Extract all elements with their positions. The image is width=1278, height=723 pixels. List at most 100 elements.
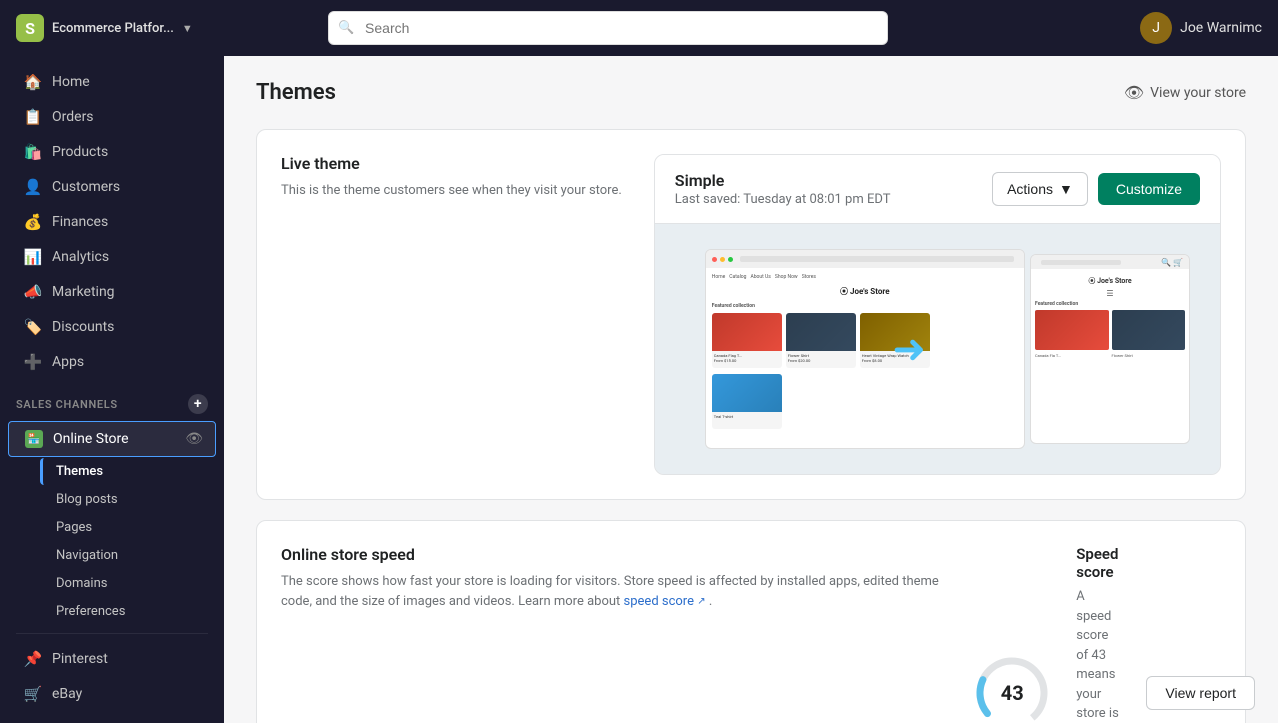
subnav-item-pages[interactable]: Pages [40,514,216,541]
live-theme-content: Simple Last saved: Tuesday at 08:01 pm E… [654,154,1221,475]
sidebar-item-pinterest[interactable]: 📌 Pinterest [8,642,216,676]
shopify-logo-icon: S [16,14,44,42]
sidebar-item-label: Home [52,74,90,90]
view-report-button[interactable]: View report [1146,676,1255,710]
brand-selector[interactable]: S Ecommerce Platfor... ▼ [16,14,196,42]
preview-desktop: HomeCatalogAbout UsShop NowStores ⦿ Joe'… [705,249,1025,449]
speed-title: Speed score [1076,545,1122,581]
theme-info: Simple Last saved: Tuesday at 08:01 pm E… [675,171,891,207]
add-sales-channel-button[interactable]: + [188,394,208,414]
user-name: Joe Warnimc [1180,20,1262,36]
pinterest-icon: 📌 [24,650,42,668]
subnav-item-blog-posts[interactable]: Blog posts [40,486,216,513]
sidebar-item-label: Marketing [52,284,115,300]
eye-store-icon: 👁 [1124,83,1144,102]
speed-section-description: The score shows how fast your store is l… [281,572,940,611]
external-link-icon: ↗ [697,596,705,607]
view-store-link[interactable]: 👁 View your store [1124,83,1246,102]
speed-gauge: 43 [972,653,1052,723]
speed-score-value: 43 [1001,681,1024,705]
sidebar-item-marketing[interactable]: 📣 Marketing [8,275,216,309]
subnav-pages-label: Pages [56,520,92,535]
speed-score-link[interactable]: speed score ↗ [624,594,709,609]
topbar: S Ecommerce Platfor... ▼ J Joe Warnimc [0,0,1278,56]
sidebar: 🏠 Home 📋 Orders 🛍️ Products 👤 Customers … [0,56,224,723]
actions-button[interactable]: Actions ▼ [992,172,1088,206]
subnav-item-domains[interactable]: Domains [40,570,216,597]
speed-section-title: Online store speed [281,545,940,564]
finances-icon: 💰 [24,213,42,231]
brand-name: Ecommerce Platfor... [52,21,174,36]
theme-preview: HomeCatalogAbout UsShop NowStores ⦿ Joe'… [655,224,1220,474]
live-theme-section: Live theme This is the theme customers s… [256,129,1246,500]
live-theme-description: This is the theme customers see when the… [281,181,622,201]
main-content: Themes 👁 View your store Live theme This… [224,56,1278,723]
view-report-label: View report [1165,685,1236,701]
user-menu[interactable]: J Joe Warnimc [1140,12,1262,44]
sidebar-pinterest-label: Pinterest [52,651,108,667]
sidebar-item-label: Analytics [52,249,109,265]
arrow-overlay: ➜ [892,326,926,373]
subnav-item-navigation[interactable]: Navigation [40,542,216,569]
avatar: J [1140,12,1172,44]
online-store-label: Online Store [53,431,129,447]
speed-content: 43 Speed score A speed score of 43 means… [972,545,1221,723]
sidebar-divider [16,633,208,634]
sidebar-item-ebay[interactable]: 🛒 eBay [8,677,216,711]
subnav-item-preferences[interactable]: Preferences [40,598,216,625]
online-store-left: 🏪 Online Store [25,430,129,448]
eye-icon[interactable]: 👁 [185,431,203,447]
online-store-icon: 🏪 [25,430,43,448]
customers-icon: 👤 [24,178,42,196]
page-title: Themes [256,80,336,105]
speed-label-area: Online store speed The score shows how f… [281,545,940,723]
sidebar-item-label: Orders [52,109,94,125]
sidebar-item-label: Apps [52,354,84,370]
analytics-icon: 📊 [24,248,42,266]
theme-card: Simple Last saved: Tuesday at 08:01 pm E… [654,154,1221,475]
main-nav: 🏠 Home 📋 Orders 🛍️ Products 👤 Customers … [0,56,224,720]
actions-label: Actions [1007,181,1053,197]
sidebar-item-products[interactable]: 🛍️ Products [8,135,216,169]
app-layout: 🏠 Home 📋 Orders 🛍️ Products 👤 Customers … [0,56,1278,723]
sidebar-item-discounts[interactable]: 🏷️ Discounts [8,310,216,344]
sidebar-ebay-label: eBay [52,686,82,702]
subnav-navigation-label: Navigation [56,548,118,563]
sidebar-item-customers[interactable]: 👤 Customers [8,170,216,204]
discounts-icon: 🏷️ [24,318,42,336]
sidebar-item-label: Discounts [52,319,114,335]
products-icon: 🛍️ [24,143,42,161]
subnav-preferences-label: Preferences [56,604,125,619]
speed-card: 43 Speed score A speed score of 43 means… [972,545,1221,723]
apps-icon: ➕ [24,353,42,371]
sidebar-item-analytics[interactable]: 📊 Analytics [8,240,216,274]
online-store-subnav: Themes Blog posts Pages Navigation Domai… [0,458,224,625]
search-container [328,11,888,45]
brand-dropdown-icon: ▼ [182,22,193,35]
sidebar-item-finances[interactable]: 💰 Finances [8,205,216,239]
speed-description: A speed score of 43 means your store is … [1076,587,1122,723]
marketing-icon: 📣 [24,283,42,301]
subnav-item-themes[interactable]: Themes [40,458,216,485]
sidebar-item-apps[interactable]: ➕ Apps [8,345,216,379]
search-input[interactable] [328,11,888,45]
view-store-label: View your store [1150,85,1246,101]
sidebar-item-orders[interactable]: 📋 Orders [8,100,216,134]
sidebar-item-home[interactable]: 🏠 Home [8,65,216,99]
orders-icon: 📋 [24,108,42,126]
speed-section: Online store speed The score shows how f… [256,520,1246,723]
subnav-domains-label: Domains [56,576,107,591]
actions-dropdown-icon: ▼ [1059,181,1073,197]
sales-channels-header: SALES CHANNELS + [0,380,224,420]
live-theme-title: Live theme [281,154,622,173]
ebay-icon: 🛒 [24,685,42,703]
sidebar-item-online-store[interactable]: 🏪 Online Store 👁 [8,421,216,457]
page-header: Themes 👁 View your store [256,80,1246,105]
theme-card-header: Simple Last saved: Tuesday at 08:01 pm E… [655,155,1220,224]
sidebar-item-label: Finances [52,214,108,230]
theme-actions: Actions ▼ Customize [992,172,1200,206]
customize-button[interactable]: Customize [1098,173,1200,205]
customize-label: Customize [1116,181,1182,197]
sidebar-item-label: Customers [52,179,120,195]
sidebar-item-label: Products [52,144,108,160]
